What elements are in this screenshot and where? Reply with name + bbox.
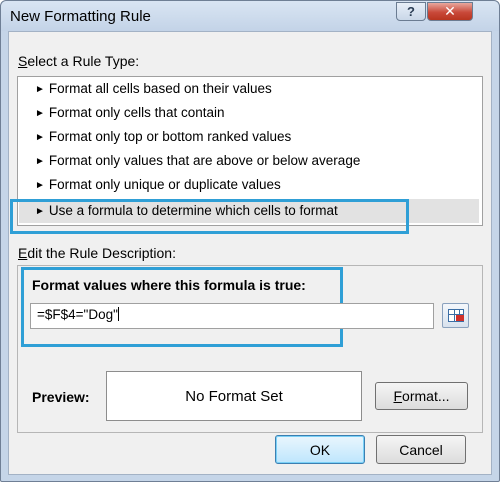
arrow-right-icon: ►: [35, 156, 45, 167]
arrow-right-icon: ►: [35, 84, 45, 95]
range-marker-icon: [456, 315, 464, 321]
help-icon: ?: [407, 4, 415, 19]
close-button[interactable]: ✕: [427, 2, 473, 21]
rule-type-item[interactable]: ► Format all cells based on their values: [19, 77, 479, 101]
help-button[interactable]: ?: [396, 2, 426, 21]
dialog-title: New Formatting Rule: [10, 8, 151, 25]
rule-type-label: Select a Rule Type:: [18, 53, 140, 69]
rule-type-item[interactable]: ► Format only cells that contain: [19, 101, 479, 125]
close-icon: ✕: [444, 3, 456, 19]
rule-type-item[interactable]: ► Format only top or bottom ranked values: [19, 125, 479, 149]
rule-type-item[interactable]: ► Format only unique or duplicate values: [19, 173, 479, 197]
cancel-button[interactable]: Cancel: [376, 435, 466, 464]
new-formatting-rule-dialog: New Formatting Rule ? ✕ Select a Rule Ty…: [0, 0, 500, 482]
rule-type-item[interactable]: ► Format only values that are above or be…: [19, 149, 479, 173]
selected-rule-highlight: [10, 199, 409, 234]
arrow-right-icon: ►: [35, 180, 45, 191]
title-bar: New Formatting Rule ? ✕: [1, 1, 499, 31]
collapse-dialog-button[interactable]: [442, 303, 469, 328]
arrow-right-icon: ►: [35, 108, 45, 119]
arrow-right-icon: ►: [35, 132, 45, 143]
ok-button[interactable]: OK: [275, 435, 365, 464]
text-caret: [117, 307, 119, 321]
edit-description-label: Edit the Rule Description:: [18, 245, 176, 261]
formula-heading: Format values where this formula is true…: [32, 277, 306, 293]
preview-text: No Format Set: [185, 387, 283, 405]
preview-box: No Format Set: [106, 371, 362, 421]
format-button[interactable]: Format...: [375, 382, 468, 410]
preview-label: Preview:: [32, 389, 90, 405]
formula-input[interactable]: =$F$4="Dog": [30, 303, 434, 329]
